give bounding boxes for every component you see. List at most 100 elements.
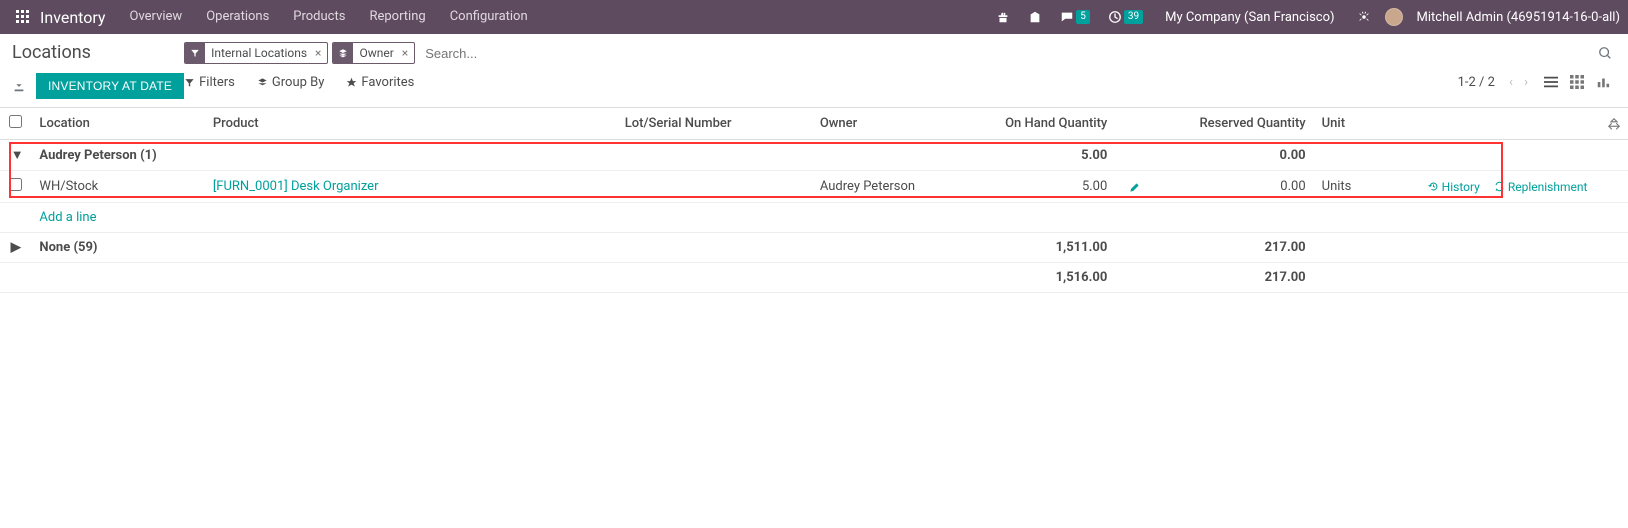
nav-reporting[interactable]: Reporting [357, 0, 437, 34]
filter-icon [184, 76, 195, 89]
facet-label: Internal Locations [205, 43, 313, 63]
cell-location: WH/Stock [31, 171, 204, 203]
pager-buttons: ‹ › [1505, 75, 1532, 90]
messages-badge: 5 [1076, 10, 1090, 24]
col-lot[interactable]: Lot/Serial Number [617, 108, 812, 140]
graph-view-icon[interactable] [1594, 72, 1612, 92]
building-icon[interactable] [1024, 10, 1046, 25]
cp-left: Locations INVENTORY AT DATE [12, 42, 184, 99]
app-root: Inventory Overview Operations Products R… [0, 0, 1628, 293]
cell-product: [FURN_0001] Desk Organizer [205, 171, 617, 203]
table-row[interactable]: WH/Stock [FURN_0001] Desk Organizer Audr… [0, 171, 1628, 203]
cp-filters: Filters Group By Favorites [184, 75, 414, 90]
nav-operations[interactable]: Operations [194, 0, 281, 34]
apps-icon[interactable] [8, 10, 38, 24]
col-location[interactable]: Location [31, 108, 204, 140]
total-reserved: 217.00 [1151, 263, 1314, 293]
caret-down-icon: ▼ [11, 147, 21, 163]
filter-icon [185, 43, 205, 63]
activities-icon[interactable]: 39 [1104, 10, 1147, 25]
col-owner[interactable]: Owner [812, 108, 985, 140]
row-actions: History Replenishment [1387, 180, 1588, 194]
cell-unit: Units [1314, 171, 1379, 203]
history-label: History [1442, 180, 1480, 194]
groupby-button[interactable]: Group By [257, 75, 325, 90]
add-line-label: Add a line [31, 203, 1628, 233]
page-title: Locations [12, 42, 184, 63]
nav-left: Inventory Overview Operations Products R… [8, 0, 540, 34]
control-panel: Locations INVENTORY AT DATE Internal Loc… [0, 34, 1628, 108]
group-header-none[interactable]: ▶ None (59) 1,511.00 217.00 [0, 233, 1628, 263]
avatar[interactable] [1385, 8, 1403, 26]
col-actions [1379, 108, 1596, 140]
group-reserved: 0.00 [1151, 140, 1314, 171]
cell-reserved: 0.00 [1151, 171, 1314, 203]
facet-owner: Owner × [332, 42, 415, 64]
col-onhand-edit [1115, 108, 1151, 140]
navbar: Inventory Overview Operations Products R… [0, 0, 1628, 34]
debug-icon[interactable] [1353, 10, 1375, 25]
nav-products[interactable]: Products [281, 0, 357, 34]
company-selector[interactable]: My Company (San Francisco) [1157, 10, 1342, 25]
group-name: Audrey Peterson (1) [31, 140, 985, 171]
cp-right: Internal Locations × Owner × Filters [184, 42, 1612, 99]
pager-text: 1-2 / 2 [1458, 75, 1495, 90]
button-row: INVENTORY AT DATE [12, 73, 184, 99]
facet-label: Owner [353, 43, 399, 63]
cell-owner: Audrey Peterson [812, 171, 985, 203]
cell-onhand: 5.00 [985, 171, 1115, 203]
cp-pager: 1-2 / 2 ‹ › [1458, 72, 1612, 92]
add-line-row[interactable]: Add a line [0, 203, 1628, 233]
group-onhand: 1,511.00 [985, 233, 1115, 263]
messages-icon[interactable]: 5 [1056, 10, 1094, 25]
facet-internal-locations: Internal Locations × [184, 42, 328, 64]
col-optional[interactable] [1595, 108, 1628, 140]
search-icon[interactable] [1598, 46, 1612, 61]
list-view-icon[interactable] [1542, 72, 1560, 92]
nav-brand[interactable]: Inventory [38, 8, 118, 27]
pencil-icon[interactable] [1123, 180, 1140, 193]
nav-configuration[interactable]: Configuration [438, 0, 540, 34]
caret-right-icon: ▶ [11, 240, 21, 255]
pager-prev[interactable]: ‹ [1505, 75, 1517, 90]
filters-button[interactable]: Filters [184, 75, 235, 90]
star-icon [346, 76, 357, 89]
pager-next[interactable]: › [1520, 75, 1532, 90]
facet-remove[interactable]: × [313, 46, 327, 60]
group-onhand: 5.00 [985, 140, 1115, 171]
group-header-audrey[interactable]: ▼ Audrey Peterson (1) 5.00 0.00 [0, 140, 1628, 171]
cp-toolbar: Filters Group By Favorites 1-2 / 2 ‹ › [184, 72, 1612, 92]
product-link[interactable]: [FURN_0001] Desk Organizer [213, 179, 379, 194]
search-input[interactable] [421, 44, 1592, 63]
replenish-label: Replenishment [1508, 180, 1588, 194]
group-name: None (59) [31, 233, 985, 263]
favorites-label: Favorites [361, 75, 414, 90]
search-facets: Internal Locations × Owner × [184, 42, 415, 64]
favorites-button[interactable]: Favorites [346, 75, 414, 90]
table-header-row: Location Product Lot/Serial Number Owner… [0, 108, 1628, 140]
filters-label: Filters [199, 75, 235, 90]
stack-icon [333, 43, 353, 63]
replenishment-button[interactable]: Replenishment [1494, 180, 1588, 194]
gift-icon[interactable] [992, 10, 1014, 25]
col-reserved[interactable]: Reserved Quantity [1151, 108, 1314, 140]
row-checkbox[interactable] [9, 178, 22, 191]
select-all-header [0, 108, 31, 140]
col-product[interactable]: Product [205, 108, 617, 140]
select-all-checkbox[interactable] [9, 115, 22, 128]
nav-right: 5 39 My Company (San Francisco) Mitchell… [992, 8, 1620, 26]
inventory-at-date-button[interactable]: INVENTORY AT DATE [36, 73, 184, 99]
pivot-view-icon[interactable] [1568, 72, 1586, 92]
totals-row: 1,516.00 217.00 [0, 263, 1628, 293]
col-unit[interactable]: Unit [1314, 108, 1379, 140]
export-icon[interactable] [12, 78, 26, 94]
groupby-label: Group By [272, 75, 325, 90]
user-menu[interactable]: Mitchell Admin (46951914-16-0-all) [1413, 10, 1620, 25]
search-bar: Internal Locations × Owner × [184, 42, 1612, 64]
col-onhand[interactable]: On Hand Quantity [985, 108, 1115, 140]
stack-icon [257, 76, 268, 89]
activities-badge: 39 [1124, 10, 1143, 24]
facet-remove[interactable]: × [400, 46, 414, 60]
nav-overview[interactable]: Overview [118, 0, 195, 34]
history-button[interactable]: History [1428, 180, 1480, 194]
